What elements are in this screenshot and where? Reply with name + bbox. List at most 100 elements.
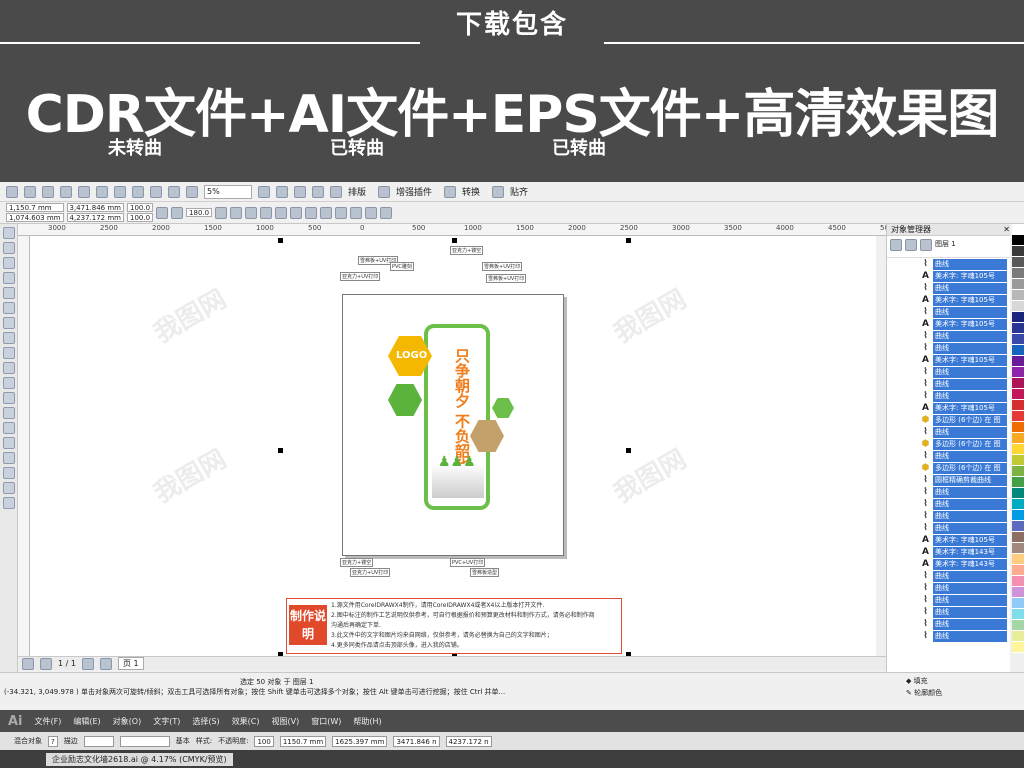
angle-field[interactable]: 180.0 [186, 208, 213, 217]
layout-icon[interactable] [330, 185, 342, 198]
height-field-ai[interactable]: 4237.172 n [445, 735, 492, 747]
color-swatch[interactable] [1012, 444, 1024, 455]
height-field[interactable]: 4,237.172 mm [66, 213, 124, 222]
object-list-item[interactable]: ⌇ 圆框精确剪裁曲线 [887, 474, 1007, 486]
outline-pen-icon[interactable] [2, 467, 15, 479]
object-list-item[interactable]: ⌇ 曲线 [887, 582, 1007, 594]
color-swatch[interactable] [1012, 466, 1024, 477]
color-swatch[interactable] [1012, 488, 1024, 499]
object-list-item[interactable]: ⌇ 曲线 [887, 282, 1007, 294]
cut-icon[interactable] [78, 185, 90, 198]
zoom-page-icon[interactable] [312, 185, 324, 198]
export-icon[interactable] [186, 185, 198, 198]
color-swatch[interactable] [1012, 246, 1024, 257]
front-minus-back-icon[interactable] [350, 206, 363, 219]
ellipse-tool-icon[interactable] [2, 332, 15, 344]
text-tool-icon[interactable] [2, 377, 15, 389]
color-swatch[interactable] [1012, 268, 1024, 279]
brush-select[interactable] [119, 735, 170, 747]
combine-icon[interactable] [275, 206, 288, 219]
object-list-item[interactable]: ⬢ 多边形 (6个边) 在 图 [887, 414, 1007, 426]
convert-button[interactable]: 转换 [462, 185, 480, 198]
x-field[interactable]: 1,150.7 mm [6, 203, 64, 212]
object-list-item[interactable]: ⌇ 曲线 [887, 486, 1007, 498]
object-list-item[interactable]: A 美术字: 字魂143号 [887, 546, 1007, 558]
object-list-item[interactable]: ⌇ 曲线 [887, 570, 1007, 582]
import-icon[interactable] [168, 185, 180, 198]
object-list-item[interactable]: A 美术字: 字魂105号 [887, 270, 1007, 282]
crop-tool-icon[interactable] [2, 257, 15, 269]
prev-page-icon[interactable] [40, 657, 52, 670]
object-list-item[interactable]: ⌇ 曲线 [887, 498, 1007, 510]
zoom-tool-icon[interactable] [2, 272, 15, 284]
menu-select[interactable]: 选择(S) [192, 716, 219, 727]
scale-x-field[interactable]: 100.0 [127, 203, 154, 212]
connector-tool-icon[interactable] [2, 422, 15, 434]
object-list-item[interactable]: ⌇ 曲线 [887, 390, 1007, 402]
object-list-item[interactable]: ⬢ 多边形 (6个边) 在 图 [887, 438, 1007, 450]
polygon-tool-icon[interactable] [2, 347, 15, 359]
color-swatch[interactable] [1012, 609, 1024, 620]
interactive-fill-icon[interactable] [2, 497, 15, 509]
layer-manager-icon[interactable] [920, 239, 932, 251]
object-list-item[interactable]: ⌇ 曲线 [887, 378, 1007, 390]
color-swatch[interactable] [1012, 367, 1024, 378]
object-list-item[interactable]: ⌇ 曲线 [887, 306, 1007, 318]
color-swatch[interactable] [1012, 312, 1024, 323]
color-swatch[interactable] [1012, 455, 1024, 466]
color-swatch[interactable] [1012, 257, 1024, 268]
document-tab[interactable]: 企业励志文化墙2618.ai @ 4.17% (CMYK/预览) [46, 752, 233, 766]
color-swatch[interactable] [1012, 565, 1024, 576]
y-field-ai[interactable]: 1625.397 mm [332, 735, 388, 747]
color-swatch[interactable] [1012, 642, 1024, 653]
print-icon[interactable] [60, 185, 72, 198]
color-swatch[interactable] [1012, 235, 1024, 246]
width-field-ai[interactable]: 3471.846 n [393, 735, 440, 747]
opacity-field[interactable]: 100 [254, 735, 274, 747]
object-list-item[interactable]: ⌇ 曲线 [887, 522, 1007, 534]
smart-fill-icon[interactable] [2, 302, 15, 314]
dimension-tool-icon[interactable] [2, 407, 15, 419]
color-swatch[interactable] [1012, 543, 1024, 554]
color-swatch[interactable] [1012, 510, 1024, 521]
fill-swatch[interactable]: ? [48, 735, 58, 747]
selection-handle[interactable] [626, 238, 631, 243]
boundary-icon[interactable] [380, 206, 393, 219]
menu-type[interactable]: 文字(T) [153, 716, 180, 727]
color-swatch[interactable] [1012, 224, 1024, 235]
y-field[interactable]: 1,074.603 mm [6, 213, 64, 222]
snap-icon[interactable] [492, 185, 505, 198]
menu-object[interactable]: 对象(O) [113, 716, 142, 727]
plugin-button[interactable]: 增强插件 [396, 185, 432, 198]
color-swatch[interactable] [1012, 433, 1024, 444]
selection-handle[interactable] [452, 238, 457, 243]
first-page-icon[interactable] [22, 657, 34, 670]
object-list-item[interactable]: ⌇ 曲线 [887, 426, 1007, 438]
object-list-item[interactable]: A 美术字: 字魂105号 [887, 318, 1007, 330]
menu-view[interactable]: 视图(V) [272, 716, 300, 727]
pick-tool-icon[interactable] [2, 227, 15, 239]
fill-tool-icon[interactable] [2, 482, 15, 494]
color-swatch[interactable] [1012, 334, 1024, 345]
selection-handle[interactable] [278, 448, 283, 453]
selection-handle[interactable] [278, 238, 283, 243]
object-list-item[interactable]: ⌇ 曲线 [887, 342, 1007, 354]
vertical-ruler[interactable] [18, 236, 30, 656]
undo-icon[interactable] [132, 185, 144, 198]
color-swatch[interactable] [1012, 521, 1024, 532]
simplify-icon[interactable] [335, 206, 348, 219]
shape-tool-icon[interactable] [2, 242, 15, 254]
object-list-item[interactable]: ⌇ 曲线 [887, 258, 1007, 270]
show-properties-icon[interactable] [890, 239, 902, 251]
scale-y-field[interactable]: 100.0 [127, 213, 154, 222]
production-notes[interactable]: 制作说明 1.源文件用CoreIDRAWX4制作，请用CoreIDRAWX4或者… [286, 598, 622, 654]
menu-effect[interactable]: 效果(C) [232, 716, 260, 727]
object-list-item[interactable]: ⌇ 曲线 [887, 450, 1007, 462]
new-icon[interactable] [6, 185, 18, 198]
color-swatch[interactable] [1012, 279, 1024, 290]
basic-shapes-icon[interactable] [2, 362, 15, 374]
edit-across-layers-icon[interactable] [905, 239, 917, 251]
mirror-v-icon[interactable] [230, 206, 243, 219]
menu-edit[interactable]: 编辑(E) [73, 716, 100, 727]
object-list-item[interactable]: ⌇ 曲线 [887, 606, 1007, 618]
